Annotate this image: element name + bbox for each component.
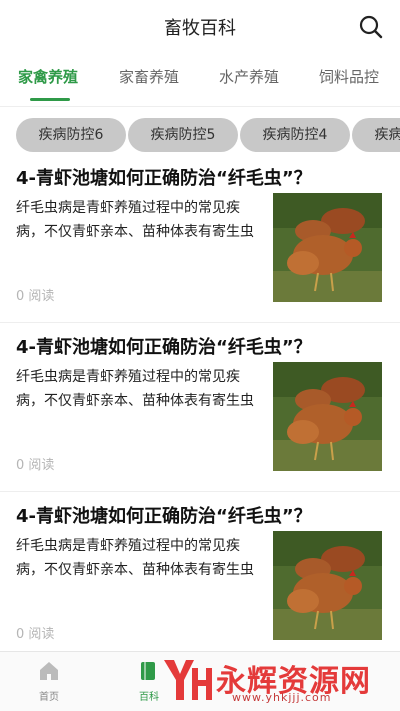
category-tabs: 家禽养殖 家畜养殖 水产养殖 饲料品控 <box>0 54 400 104</box>
article-read-count: 0 阅读 <box>16 289 55 304</box>
article-summary: 纤毛虫病是青虾养殖过程中的常见疾病，不仅青虾亲本、苗种体表有寄生虫 <box>16 200 254 240</box>
tab-aquaculture[interactable]: 水产养殖 <box>219 66 279 87</box>
tabs-divider <box>0 106 400 107</box>
chip-disease-control-3[interactable]: 疾病防控3 <box>352 118 400 152</box>
nav-item-home[interactable]: 首页 <box>19 660 79 703</box>
article-title[interactable]: 4-青虾池塘如何正确防治“纤毛虫”？ <box>16 333 386 359</box>
article-thumbnail[interactable] <box>273 362 382 471</box>
article-title[interactable]: 4-青虾池塘如何正确防治“纤毛虫”？ <box>16 502 386 528</box>
subcategory-chips: 疾病防控6 疾病防控5 疾病防控4 疾病防控3 <box>0 116 400 156</box>
home-icon <box>40 662 58 680</box>
nav-label-home: 首页 <box>39 692 59 703</box>
article-thumbnail[interactable] <box>273 531 382 640</box>
tab-poultry[interactable]: 家禽养殖 <box>18 66 78 87</box>
book-icon <box>141 662 155 680</box>
watermark-logo <box>164 660 212 700</box>
article-summary: 纤毛虫病是青虾养殖过程中的常见疾病，不仅青虾亲本、苗种体表有寄生虫 <box>16 538 254 578</box>
chicken-photo <box>273 531 382 640</box>
header: 畜牧百科 <box>0 0 400 54</box>
tab-feed-quality[interactable]: 饲料品控 <box>319 66 379 87</box>
watermark: 永辉资源网 www.yhkjjj.com <box>160 652 400 708</box>
article-thumbnail[interactable] <box>273 193 382 302</box>
active-tab-indicator <box>30 98 70 101</box>
article-card[interactable]: 4-青虾池塘如何正确防治“纤毛虫”？ 纤毛虫病是青虾养殖过程中的常见疾病，不仅青… <box>0 164 400 334</box>
article-card[interactable]: 4-青虾池塘如何正确防治“纤毛虫”？ 纤毛虫病是青虾养殖过程中的常见疾病，不仅青… <box>0 502 400 672</box>
chip-disease-control-5[interactable]: 疾病防控5 <box>128 118 238 152</box>
chip-disease-control-6[interactable]: 疾病防控6 <box>16 118 126 152</box>
chicken-photo <box>273 193 382 302</box>
article-read-count: 0 阅读 <box>16 458 55 473</box>
article-title[interactable]: 4-青虾池塘如何正确防治“纤毛虫”？ <box>16 164 386 190</box>
article-divider <box>0 491 400 492</box>
article-card[interactable]: 4-青虾池塘如何正确防治“纤毛虫”？ 纤毛虫病是青虾养殖过程中的常见疾病，不仅青… <box>0 333 400 503</box>
chicken-photo <box>273 362 382 471</box>
watermark-url: www.yhkjjj.com <box>232 691 332 704</box>
article-divider <box>0 322 400 323</box>
search-icon[interactable] <box>358 14 384 40</box>
tab-livestock[interactable]: 家畜养殖 <box>119 66 179 87</box>
article-summary: 纤毛虫病是青虾养殖过程中的常见疾病，不仅青虾亲本、苗种体表有寄生虫 <box>16 369 254 409</box>
chip-disease-control-4[interactable]: 疾病防控4 <box>240 118 350 152</box>
page-title: 畜牧百科 <box>164 18 236 39</box>
article-read-count: 0 阅读 <box>16 627 55 642</box>
